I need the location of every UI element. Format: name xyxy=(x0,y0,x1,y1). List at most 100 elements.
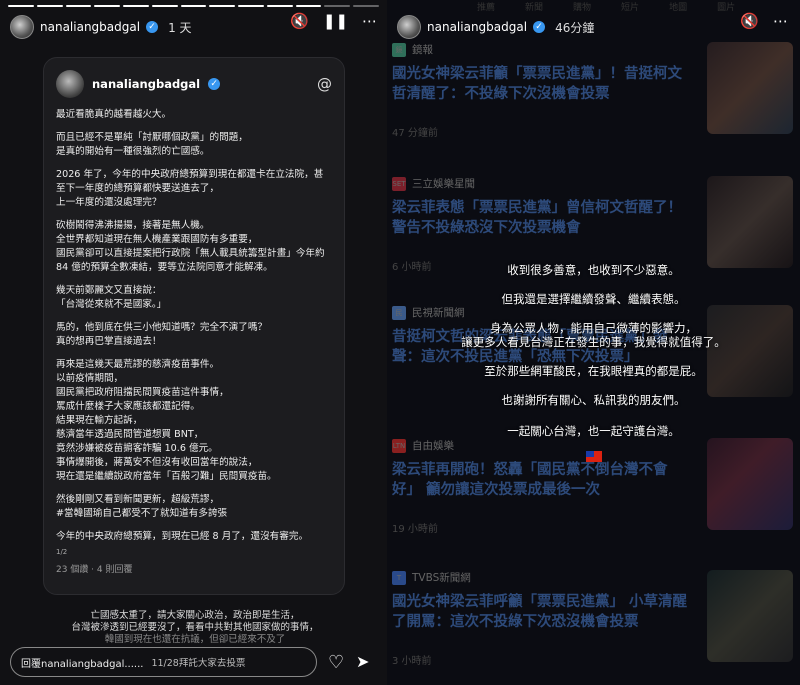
tab-item[interactable]: 購物 xyxy=(573,0,591,13)
threads-logo-icon: @ xyxy=(317,75,332,93)
news-item[interactable]: 鏡鏡報國光女神梁云菲籲「票票民進黨」！昔挺柯文哲清醒了：不投綠下次沒機會投票 47… xyxy=(387,42,800,162)
news-item[interactable]: SET 三立娛樂星聞梁云菲表態「票票民進黨」曾信柯文哲醒了！警告不投綠恐沒下次投票… xyxy=(387,176,800,296)
post-line: 然後剛剛又看到新聞更新，超級荒謬， xyxy=(56,494,220,505)
post-pager: 1/2 xyxy=(56,548,68,556)
news-item[interactable]: T TVBS新聞網 國光女神梁云菲呼籲「票票民進黨」 小草清醒了開罵：這次不投綠下次… xyxy=(387,570,800,685)
progress-segment xyxy=(353,5,379,7)
post-paragraph: 最近看脆真的越看越火大。 xyxy=(56,108,332,122)
threads-post-card[interactable]: nanaliangbadgal ✓ @ 最近看脆真的越看越火大。而且已經不是單純… xyxy=(43,57,345,595)
overlay-line: 收到很多善意，也收到不少惡意。 xyxy=(507,263,680,277)
post-paragraph: 馬的，他到底在供三小他知道嗎？完全不演了嗎？ 真的想再巴掌直接過去！ xyxy=(56,321,332,349)
post-line: 全世界都知道現在無人機產業跟國防有多重要， xyxy=(56,234,258,245)
news-source-name: 鏡報 xyxy=(412,44,433,56)
post-line: 是真的開始有一種很強烈的亡國感。 xyxy=(56,146,210,157)
post-line: 竟然涉嫌被疫苗掮客詐騙 10.6 億元。 xyxy=(56,443,218,454)
news-headline[interactable]: 梁云菲表態「票票民進黨」曾信柯文哲醒了！警告不投綠恐沒下次投票機會 xyxy=(392,198,692,238)
mute-icon[interactable]: 🔇 xyxy=(740,12,759,30)
post-paragraph: 砍樹鬧得沸沸揚揚，接著是無人機。 全世界都知道現在無人機產業跟國防有多重要， 國民黨… xyxy=(56,219,332,275)
progress-segment xyxy=(65,5,92,7)
tab-item[interactable]: 推薦 xyxy=(477,0,495,13)
progress-segment xyxy=(94,5,121,7)
post-line: 罵成什麼樣子大家應該都還記得。 xyxy=(56,401,200,412)
verified-icon: ✓ xyxy=(533,21,546,33)
tab-item[interactable]: 短片 xyxy=(621,0,639,13)
progress-segment xyxy=(123,5,149,7)
avatar[interactable] xyxy=(10,15,34,39)
post-paragraph: 而且已經不是單純「討厭哪個政黨」的問題， 是真的開始有一種很強烈的亡國感。 xyxy=(56,131,332,159)
overlay-line: 但我還是選擇繼續發聲、繼續表態。 xyxy=(501,292,686,306)
progress-segment xyxy=(324,5,351,7)
story-header: nanaliangbadgal ✓ 1 天 xyxy=(10,15,192,39)
post-line: 幾天前鄭麗文又直接說： xyxy=(56,285,162,296)
story-header-right: nanaliangbadgal ✓ 46分鐘 xyxy=(397,15,594,39)
overlay-line: 一起關心台灣，也一起守護台灣。 xyxy=(507,424,680,438)
mute-icon[interactable]: 🔇 xyxy=(290,12,309,30)
post-line: 上一年度的還沒處理完？ xyxy=(56,197,162,208)
news-thumbnail[interactable] xyxy=(707,570,793,662)
overlay-line: 讓更多人看見台灣正在發生的事，我覺得就值得了。 xyxy=(461,335,726,349)
post-line: 馬的，他到底在供三小他知道嗎？完全不演了嗎？ xyxy=(56,322,268,333)
post-line: #當韓國瑜自己都受不了就知道有多誇張 xyxy=(56,508,228,519)
news-source-logo-icon: 民 xyxy=(392,305,406,320)
caption-line: 韓國到現在也還在抗議，但卻已經來不及了 xyxy=(104,634,286,645)
post-line: 至下一年度的總預算都快要送進去了， xyxy=(56,183,220,194)
reply-input[interactable]: 回覆nanaliangbadgal...... 11/28拜託大家去投票 xyxy=(10,647,317,677)
heart-icon[interactable]: ♡ xyxy=(328,652,344,673)
news-source-name: 民視新聞網 xyxy=(412,307,465,319)
reply-placeholder: 回覆nanaliangbadgal...... xyxy=(21,658,144,670)
pause-icon[interactable]: ❚❚ xyxy=(323,12,348,30)
post-line: 最近看脆真的越看越火大。 xyxy=(56,109,172,120)
post-line: 國民黨把政府阻擋民間買疫苗這件事情， xyxy=(56,387,229,398)
tab-item[interactable]: 圖片 xyxy=(717,0,735,13)
post-line: 現在還是繼續說政府當年「百般刁難」民間買疫苗。 xyxy=(56,471,277,482)
post-paragraph: 今年的中央政府總預算，到現在已經 8 月了，還沒有審完。 xyxy=(56,530,332,544)
tab-item[interactable]: 地圖 xyxy=(669,0,687,13)
news-headline[interactable]: 國光女神梁云菲籲「票票民進黨」！昔挺柯文哲清醒了：不投綠下次沒機會投票 xyxy=(392,64,692,104)
story-username[interactable]: nanaliangbadgal xyxy=(427,20,527,34)
story-progress xyxy=(8,5,379,7)
story-left[interactable]: nanaliangbadgal ✓ 1 天 🔇 ❚❚ ⋯ nanaliangba… xyxy=(0,0,387,685)
post-line: 以前疫情期間， xyxy=(56,373,124,384)
progress-segment xyxy=(266,5,293,7)
progress-segment xyxy=(180,5,207,7)
more-icon[interactable]: ⋯ xyxy=(773,12,788,30)
post-line: 真的想再巴掌直接過去！ xyxy=(56,336,162,347)
news-headline[interactable]: 梁云菲再開砲！怒轟「國民黨不倒台灣不會好」 籲勿讓這次投票成最後一次 xyxy=(392,460,692,500)
post-line: 今年的中央政府總預算，到現在已經 8 月了，還沒有審完。 xyxy=(56,531,309,542)
taiwan-flag-icon xyxy=(387,449,800,462)
story-username[interactable]: nanaliangbadgal xyxy=(40,20,140,34)
news-thumbnail[interactable] xyxy=(707,42,793,134)
news-source: SET 三立娛樂星聞 xyxy=(392,176,475,191)
post-line: 「台灣從來就不是國家。」 xyxy=(56,299,167,310)
post-header: nanaliangbadgal ✓ @ xyxy=(56,70,332,98)
story-right[interactable]: 推薦 新聞 購物 短片 地圖 圖片 nanaliangbadgal ✓ 46分鐘 🔇 ⋯ … xyxy=(387,0,800,685)
news-source: 民民視新聞網 xyxy=(392,305,465,320)
post-paragraph: 幾天前鄭麗文又直接說： 「台灣從來就不是國家。」 xyxy=(56,284,332,312)
more-icon[interactable]: ⋯ xyxy=(362,12,377,30)
post-avatar xyxy=(56,70,84,98)
news-thumbnail[interactable] xyxy=(707,176,793,268)
post-body: 最近看脆真的越看越火大。而且已經不是單純「討厭哪個政黨」的問題， 是真的開始有一種… xyxy=(56,108,332,544)
news-headline[interactable]: 國光女神梁云菲呼籲「票票民進黨」 小草清醒了開罵：這次不投綠下次恐沒機會投票 xyxy=(392,592,692,632)
story-actions: 🔇 ❚❚ ⋯ xyxy=(290,12,377,30)
send-icon[interactable]: ➤ xyxy=(356,652,369,671)
overlay-line: 至於那些網軍酸民，在我眼裡真的都是屁。 xyxy=(484,364,703,378)
progress-segment xyxy=(209,5,236,7)
progress-segment xyxy=(36,5,63,7)
news-source: 鏡鏡報 xyxy=(392,42,433,57)
avatar[interactable] xyxy=(397,15,421,39)
progress-segment xyxy=(295,5,322,7)
news-source-name: 三立娛樂星聞 xyxy=(412,178,475,190)
caption-line: 台灣被滲透到已經要沒了，看看中共對其他國家做的事情， xyxy=(71,622,319,633)
news-thumbnail[interactable] xyxy=(707,305,793,397)
tab-item[interactable]: 新聞 xyxy=(525,0,543,13)
verified-icon: ✓ xyxy=(146,21,159,33)
news-source-logo-icon: 鏡 xyxy=(392,42,406,57)
post-line: 2026 年了，今年的中央政府總預算到現在都還卡在立法院，甚 xyxy=(56,169,324,180)
search-tabs: 推薦 新聞 購物 短片 地圖 圖片 xyxy=(387,0,800,13)
news-time: 47 分鐘前 xyxy=(392,128,438,139)
story-time: 46分鐘 xyxy=(555,20,595,35)
post-line: 再來是這幾天最荒謬的慈濟疫苗事件。 xyxy=(56,359,220,370)
progress-segment xyxy=(238,5,264,7)
news-source-name: TVBS新聞網 xyxy=(412,572,471,584)
